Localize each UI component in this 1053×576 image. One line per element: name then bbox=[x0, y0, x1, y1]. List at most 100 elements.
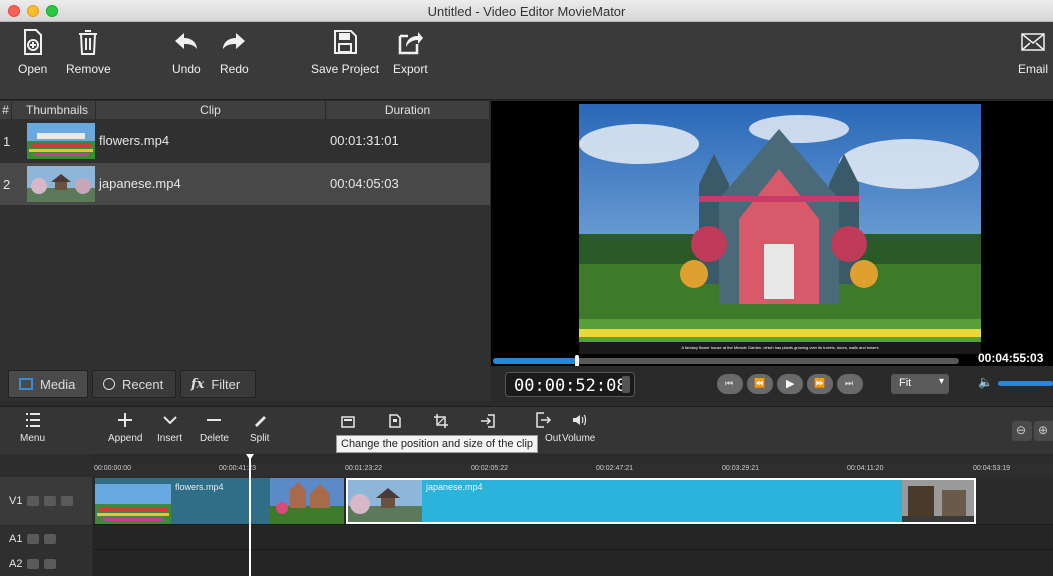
save-project-label: Save Project bbox=[311, 62, 380, 76]
clip-thumbnail-start bbox=[95, 484, 171, 524]
media-row[interactable]: 1 flowers.mp4 00:01:31:01 bbox=[0, 120, 490, 162]
paste-icon[interactable] bbox=[387, 413, 403, 429]
mute-icon[interactable] bbox=[27, 496, 40, 506]
floppy-disk-icon bbox=[334, 30, 358, 54]
timeline-clip-flowers[interactable]: flowers.mp4 bbox=[95, 478, 344, 524]
row-number: 1 bbox=[3, 134, 11, 149]
position-row: 00:04:55:03 bbox=[491, 351, 1053, 367]
position-slider[interactable] bbox=[493, 355, 959, 367]
insert-button[interactable]: Insert bbox=[157, 411, 182, 444]
lock-icon[interactable] bbox=[44, 533, 57, 544]
zoom-out-icon: ⊖ bbox=[1016, 423, 1027, 437]
film-icon bbox=[19, 378, 33, 390]
playhead-handle[interactable] bbox=[246, 454, 254, 460]
zoom-select-value: Fit bbox=[899, 377, 912, 389]
open-button[interactable]: Open bbox=[18, 28, 47, 76]
column-header-clip[interactable]: Clip bbox=[96, 101, 326, 119]
timeline-ruler[interactable]: 00:00:00:00 00:00:41:23 00:01:23:22 00:0… bbox=[93, 463, 1053, 477]
title-bar: Untitled - Video Editor MovieMator bbox=[0, 0, 1053, 22]
playhead[interactable] bbox=[246, 454, 254, 576]
skip-to-start-button[interactable]: ⏮ bbox=[717, 374, 743, 394]
clip-thumbnail-start bbox=[348, 480, 422, 522]
timecode-display[interactable]: 00:00:52:08 bbox=[505, 372, 635, 397]
skip-to-end-button[interactable]: ⏭ bbox=[837, 374, 863, 394]
clip-name: japanese.mp4 bbox=[99, 176, 181, 191]
speaker-icon[interactable]: 🔈 bbox=[978, 375, 993, 389]
insert-label: Insert bbox=[157, 433, 183, 444]
clip-duration: 00:04:05:03 bbox=[330, 176, 399, 191]
export-label: Export bbox=[393, 62, 428, 76]
mute-icon[interactable] bbox=[27, 559, 40, 569]
ruler-tick: 00:00:00:00 bbox=[94, 465, 131, 472]
clip-label: flowers.mp4 bbox=[175, 482, 224, 492]
ruler-tick: 00:02:05:22 bbox=[471, 465, 508, 472]
volume-slider[interactable] bbox=[998, 381, 1053, 386]
set-out-icon bbox=[536, 412, 552, 428]
timeline-menu-button[interactable]: Menu bbox=[20, 411, 45, 444]
chevron-down-icon bbox=[162, 416, 177, 425]
clip-name: flowers.mp4 bbox=[99, 133, 170, 148]
fast-forward-button[interactable]: ⏩ bbox=[807, 374, 833, 394]
ruler-tick: 00:03:29:21 bbox=[722, 465, 759, 472]
eye-icon[interactable] bbox=[44, 496, 57, 506]
mute-icon[interactable] bbox=[27, 533, 40, 544]
append-label: Append bbox=[108, 433, 143, 444]
export-share-icon bbox=[399, 32, 424, 55]
chevron-down-icon: ▾ bbox=[938, 376, 944, 387]
zoom-out-button[interactable]: ⊖ bbox=[1012, 421, 1032, 441]
media-row-selected[interactable]: 2 japanese.mp4 00:04:05:03 bbox=[0, 163, 490, 205]
skip-start-icon: ⏮ bbox=[725, 378, 734, 388]
track-a2 bbox=[93, 551, 1053, 576]
undo-label: Undo bbox=[172, 62, 201, 76]
split-label: Split bbox=[250, 433, 270, 444]
track-header-a1[interactable]: A1 bbox=[0, 526, 92, 551]
remove-button[interactable]: Remove bbox=[66, 28, 111, 76]
lock-icon[interactable] bbox=[44, 559, 57, 569]
set-in-icon[interactable] bbox=[480, 413, 496, 429]
list-menu-icon bbox=[25, 413, 40, 427]
video-frame[interactable]: A fantasy flower house at the Miracle Ga… bbox=[579, 104, 981, 354]
column-header-thumbnails[interactable]: Thumbnails bbox=[12, 101, 96, 119]
rewind-button[interactable]: ⏪ bbox=[747, 374, 773, 394]
delete-button[interactable]: Delete bbox=[200, 411, 229, 444]
column-header-duration[interactable]: Duration bbox=[326, 101, 490, 119]
volume-slider-fill bbox=[998, 381, 1053, 386]
remove-label: Remove bbox=[66, 62, 111, 76]
redo-button[interactable]: Redo bbox=[220, 28, 249, 76]
tab-media[interactable]: Media bbox=[8, 370, 88, 398]
total-duration: 00:04:55:03 bbox=[978, 351, 1044, 365]
out-label: Out bbox=[545, 433, 562, 444]
play-button[interactable]: ▶ bbox=[777, 374, 803, 394]
lock-icon[interactable] bbox=[61, 496, 74, 506]
volume-button[interactable]: Volume bbox=[562, 411, 595, 444]
delete-label: Delete bbox=[200, 433, 229, 444]
ruler-tick: 00:01:23:22 bbox=[345, 465, 382, 472]
tab-recent[interactable]: Recent bbox=[92, 370, 176, 398]
append-button[interactable]: Append bbox=[108, 411, 142, 444]
tab-filter[interactable]: fx Filter bbox=[180, 370, 256, 398]
ruler-tick: 00:04:11:20 bbox=[847, 465, 884, 472]
crop-position-icon[interactable] bbox=[433, 413, 449, 429]
timeline-clip-japanese[interactable]: japanese.mp4 bbox=[346, 478, 976, 524]
zoom-select[interactable]: Fit ▾ bbox=[891, 374, 949, 394]
save-project-button[interactable]: Save Project bbox=[311, 28, 379, 76]
zoom-in-button[interactable]: ⊕ bbox=[1034, 421, 1053, 441]
track-header-a2[interactable]: A2 bbox=[0, 552, 92, 576]
volume-label: Volume bbox=[562, 433, 596, 444]
copy-icon[interactable] bbox=[340, 413, 356, 429]
position-slider-fill bbox=[493, 358, 577, 364]
media-list: # Thumbnails Clip Duration 1 flowers.mp4… bbox=[0, 101, 490, 366]
track-a1 bbox=[93, 526, 1053, 550]
clip-duration: 00:01:31:01 bbox=[330, 133, 399, 148]
split-button[interactable]: Split bbox=[250, 411, 269, 444]
email-button[interactable]: Email bbox=[1018, 28, 1048, 76]
export-button[interactable]: Export bbox=[393, 28, 428, 76]
menu-label: Menu bbox=[20, 433, 46, 444]
column-header-num[interactable]: # bbox=[0, 101, 12, 119]
timecode-stepper[interactable] bbox=[622, 376, 630, 393]
undo-button[interactable]: Undo bbox=[172, 28, 201, 76]
flowers-thumbnail bbox=[27, 123, 95, 159]
tooltip-text: Change the position and size of the clip bbox=[341, 438, 534, 450]
media-tabs: Media Recent fx Filter bbox=[0, 366, 490, 402]
track-header-v1[interactable]: V1 bbox=[0, 477, 92, 525]
